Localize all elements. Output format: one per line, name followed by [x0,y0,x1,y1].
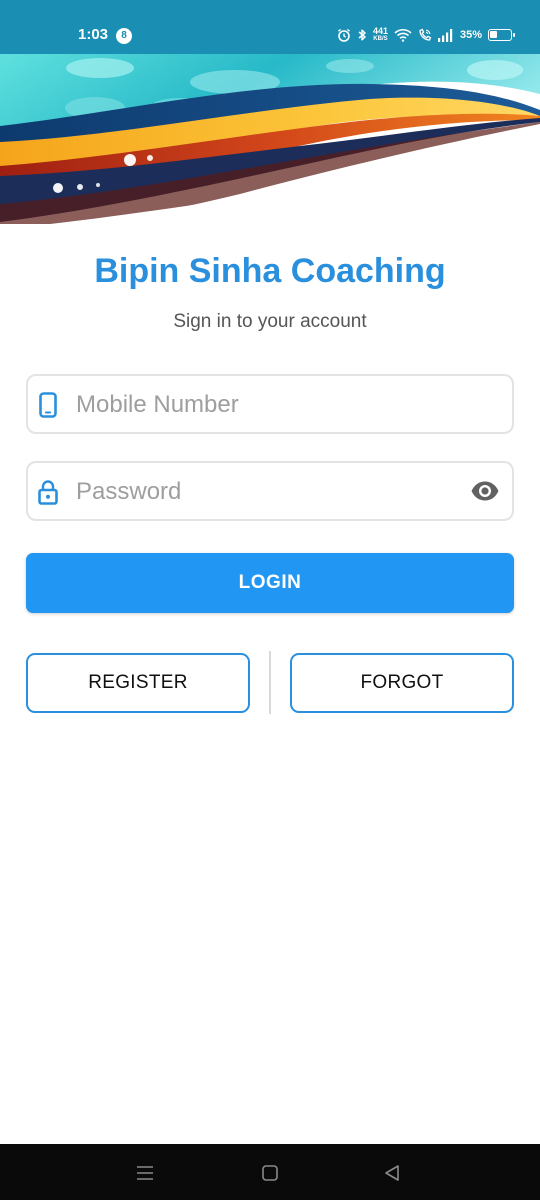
eye-icon[interactable] [470,479,500,503]
lock-icon [38,480,58,505]
mobile-number-field[interactable] [26,374,514,434]
phone-icon [39,392,57,418]
status-icons: 441 KB/S 35% [337,24,515,46]
battery-percent: 35% [459,29,482,41]
system-nav-bar [0,1144,540,1200]
back-icon[interactable] [381,1162,403,1184]
net-speed-unit: KB/S [373,36,388,42]
wifi-calling-icon [419,28,432,41]
mobile-number-input[interactable] [76,386,456,424]
network-speed: 441 KB/S [373,27,388,43]
alarm-icon [337,28,350,42]
forgot-button[interactable]: FORGOT [290,653,514,713]
battery-icon [488,29,515,41]
app-title: Bipin Sinha Coaching [94,252,446,290]
bluetooth-icon [358,29,366,41]
notification-badge: 8 [116,28,132,44]
signal-icon [437,29,453,42]
password-field[interactable] [26,461,514,521]
header-wave-image [0,54,540,234]
button-divider [269,651,271,714]
battery-level [490,31,497,38]
status-time: 1:03 [78,26,109,43]
password-input[interactable] [76,473,456,511]
app-subtitle: Sign in to your account [173,311,367,332]
login-button[interactable]: LOGIN [26,553,514,613]
home-icon[interactable] [259,1162,281,1184]
menu-icon[interactable] [134,1162,156,1184]
status-bar: 1:03 8 441 KB/S 35% [0,0,540,54]
net-speed-value: 441 [372,26,388,36]
wifi-icon [394,29,412,42]
register-button[interactable]: REGISTER [26,653,250,713]
